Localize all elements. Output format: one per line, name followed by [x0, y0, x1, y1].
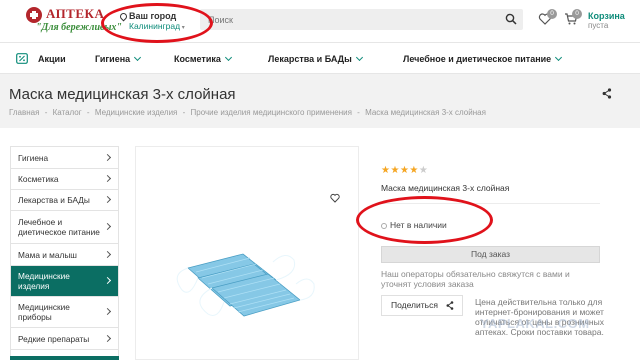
chevron-right-icon: [103, 153, 112, 161]
status-dot-icon: [381, 223, 387, 229]
sidebar-next-item[interactable]: [10, 356, 119, 360]
chevron-right-icon: [103, 195, 112, 204]
share-icon: [446, 301, 454, 310]
pharmacy-cross-icon: [26, 7, 42, 23]
sidebar-item-medical-devices[interactable]: Медицинские приборы: [11, 297, 118, 328]
nav-item-nutrition[interactable]: Лечебное и диетическое питание: [403, 43, 563, 75]
breadcrumb-separator: -: [44, 108, 48, 117]
sidebar-item-mother-child[interactable]: Мама и малыш: [11, 244, 118, 266]
sidebar-item-medical-products[interactable]: Медицинские изделия: [11, 266, 118, 297]
logo-subtitle: "Для бережливых": [36, 22, 122, 33]
logo[interactable]: АПТЕКА "Для бережливых": [22, 4, 122, 38]
search-input[interactable]: [200, 9, 495, 30]
stock-status: Нет в наличии: [381, 220, 447, 230]
sidebar-item-medicines[interactable]: Лекарства и БАДы: [11, 190, 118, 211]
share-button[interactable]: Поделиться: [381, 295, 463, 316]
chevron-right-icon: [103, 174, 112, 183]
breadcrumb-separator: -: [182, 108, 186, 117]
nav-item-promotions[interactable]: Акции: [38, 43, 66, 75]
product-image[interactable]: [168, 240, 318, 340]
sidebar-item-cosmetics[interactable]: Косметика: [11, 169, 118, 190]
search-bar: [200, 9, 523, 30]
nav-item-hygiene[interactable]: Гигиена: [95, 43, 142, 75]
chevron-down-icon: [224, 53, 232, 62]
sidebar-item-rare-drugs[interactable]: Редкие препараты: [11, 328, 118, 350]
product-name: Маска медицинская 3-х слойная: [381, 183, 510, 193]
page-title: Маска медицинская 3-х слойная: [9, 86, 236, 103]
favorites-count-badge: 0: [547, 9, 557, 19]
star-filled-icon: ★: [381, 165, 390, 176]
divider: [381, 203, 600, 204]
page-header: Маска медицинская 3-х слойная Главная - …: [0, 74, 640, 128]
logo-title: АПТЕКА: [46, 6, 105, 21]
heart-icon[interactable]: [330, 193, 340, 203]
breadcrumb-link[interactable]: Медицинские изделия: [95, 108, 178, 117]
sidebar-item-nutrition[interactable]: Лечебное и диетическое питание: [11, 211, 118, 244]
location-pin-icon: [118, 11, 129, 22]
city-label: Ваш город: [129, 11, 177, 21]
cart-count-badge: 0: [572, 9, 582, 19]
breadcrumb-current: Маска медицинская 3-х слойная: [365, 108, 486, 117]
breadcrumb-link[interactable]: Каталог: [53, 108, 82, 117]
breadcrumb-link[interactable]: Прочие изделия медицинского применения: [191, 108, 352, 117]
chevron-down-icon: [134, 53, 142, 62]
header: АПТЕКА "Для бережливых" Ваш город Калини…: [0, 0, 640, 42]
sidebar-item-hygiene[interactable]: Гигиена: [11, 147, 118, 169]
city-selector[interactable]: Ваш город Калининград: [118, 11, 200, 33]
chevron-right-icon: [103, 222, 112, 231]
chevron-right-icon: [103, 307, 112, 316]
chevron-right-icon: [103, 250, 112, 258]
city-value[interactable]: Калининград: [129, 21, 185, 31]
breadcrumb-separator: -: [86, 108, 90, 117]
nav-item-cosmetics[interactable]: Косметика: [174, 43, 232, 75]
order-note: Наш операторы обязательно свяжутся с вам…: [381, 269, 570, 289]
cart-title[interactable]: Корзина: [588, 11, 625, 21]
category-sidebar: Гигиена Косметика Лекарства и БАДы Лечеб…: [10, 146, 119, 360]
chevron-right-icon: [103, 334, 112, 342]
watermark: YAPLAKAL.COM: [480, 316, 590, 331]
star-empty-icon: ★: [418, 165, 428, 176]
search-icon[interactable]: [505, 13, 517, 25]
rating-stars: ★★★★★: [381, 160, 428, 176]
main-nav: Акции Гигиена Косметика Лекарства и БАДы…: [0, 42, 640, 74]
chevron-down-icon: [555, 53, 563, 62]
breadcrumb: Главная - Каталог - Медицинские изделия …: [9, 108, 489, 117]
percent-tag-icon: [16, 53, 28, 64]
star-filled-icon: ★: [409, 165, 419, 176]
share-icon[interactable]: [602, 88, 612, 99]
star-filled-icon: ★: [399, 165, 409, 176]
breadcrumb-link[interactable]: Главная: [9, 108, 39, 117]
star-filled-icon: ★: [390, 165, 400, 176]
cart-status: пуста: [588, 21, 609, 30]
nav-item-medicines[interactable]: Лекарства и БАДы: [268, 43, 363, 75]
breadcrumb-separator: -: [357, 108, 360, 117]
chevron-right-icon: [103, 276, 112, 285]
preorder-button[interactable]: Под заказ: [381, 246, 600, 263]
chevron-down-icon: [355, 53, 363, 62]
